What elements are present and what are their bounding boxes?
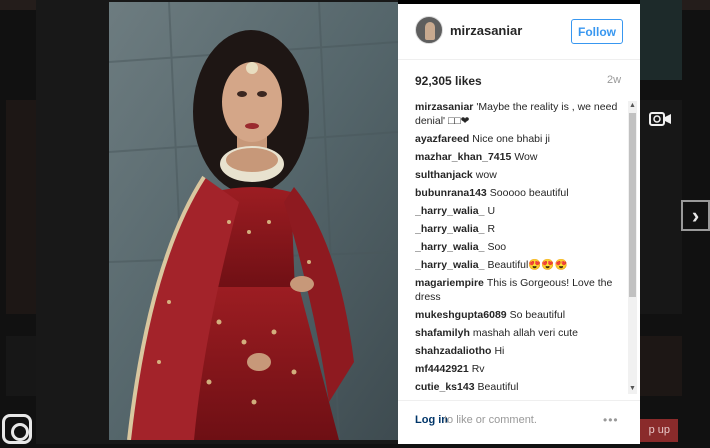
comment-item: mf4442921 Rv bbox=[415, 362, 626, 376]
scroll-thumb[interactable] bbox=[629, 113, 636, 297]
next-post-button[interactable]: › bbox=[681, 200, 710, 231]
comment-author[interactable]: cutie_ks143 bbox=[415, 381, 475, 392]
comment-item: mirzasaniar 'Maybe the reality is , we ne… bbox=[415, 100, 626, 128]
comment-author[interactable]: _harry_walia_ bbox=[415, 259, 484, 271]
scroll-down-icon[interactable]: ▼ bbox=[628, 384, 637, 394]
comment-author[interactable]: ayazfareed bbox=[415, 133, 469, 145]
post-photo-area bbox=[36, 0, 398, 444]
comment-author[interactable]: mazhar_khan_7415 bbox=[415, 151, 511, 163]
post-photo[interactable] bbox=[109, 2, 398, 440]
comment-text: Hi bbox=[494, 345, 505, 357]
comment-text: R bbox=[487, 223, 496, 235]
post-footer: Log in to like or comment. ••• bbox=[398, 400, 640, 444]
comment-text: U bbox=[487, 205, 496, 217]
comment-text: Rv bbox=[471, 363, 485, 375]
post-username[interactable]: mirzasaniar bbox=[450, 23, 522, 38]
comment-list[interactable]: mirzasaniar 'Maybe the reality is , we ne… bbox=[415, 100, 626, 392]
comment-author[interactable]: _harry_walia_ bbox=[415, 205, 484, 217]
comment-text: Nice one bhabi ji bbox=[472, 133, 550, 145]
comment-item: _harry_walia_ R bbox=[415, 222, 626, 236]
more-options-icon[interactable]: ••• bbox=[603, 413, 619, 427]
comment-text: Sooooo beautiful bbox=[489, 187, 569, 199]
comment-author[interactable]: bubunrana143 bbox=[415, 187, 487, 199]
comment-author[interactable]: _harry_walia_ bbox=[415, 223, 484, 235]
comment-item: mazhar_khan_7415 Wow bbox=[415, 150, 626, 164]
avatar[interactable] bbox=[415, 16, 443, 44]
video-camera-icon bbox=[649, 110, 673, 128]
instagram-logo-icon[interactable] bbox=[2, 414, 32, 444]
comment-author[interactable]: mf4442921 bbox=[415, 363, 469, 375]
comment-scrollbar[interactable]: ▲ ▼ bbox=[628, 101, 637, 394]
comment-text: Beautiful bbox=[477, 381, 519, 392]
comment-item: sulthanjack wow bbox=[415, 168, 626, 182]
scroll-up-icon[interactable]: ▲ bbox=[628, 101, 637, 111]
comment-item: _harry_walia_ U bbox=[415, 204, 626, 218]
comment-item: bubunrana143 Sooooo beautiful bbox=[415, 186, 626, 200]
comment-item: ayazfareed Nice one bhabi ji bbox=[415, 132, 626, 146]
comment-author[interactable]: magariempire bbox=[415, 277, 484, 289]
comment-item: shafamilyh mashah allah veri cute bbox=[415, 326, 626, 340]
comment-item: _harry_walia_ Soo bbox=[415, 240, 626, 254]
comment-author[interactable]: sulthanjack bbox=[415, 169, 473, 181]
comment-item: mukeshgupta6089 So beautiful bbox=[415, 308, 626, 322]
post-header: mirzasaniar Follow bbox=[398, 4, 640, 60]
post-age[interactable]: 2w bbox=[607, 74, 621, 86]
comment-item: magariempire This is Gorgeous! Love the d… bbox=[415, 276, 626, 304]
comment-item: _harry_walia_ Beautiful😍😍😍 bbox=[415, 258, 626, 272]
post-sidebar: mirzasaniar Follow 92,305 likes 2w mirza… bbox=[398, 4, 640, 444]
next-arrow-icon: › bbox=[691, 202, 700, 228]
follow-button[interactable]: Follow bbox=[571, 19, 623, 44]
comment-text: mashah allah veri cute bbox=[472, 327, 578, 339]
comment-author[interactable]: mukeshgupta6089 bbox=[415, 309, 507, 321]
comment-author[interactable]: _harry_walia_ bbox=[415, 241, 484, 253]
comment-item: shahzadaliotho Hi bbox=[415, 344, 626, 358]
comment-text: Wow bbox=[514, 151, 538, 163]
comment-author[interactable]: shahzadaliotho bbox=[415, 345, 491, 357]
comment-text: Soo bbox=[487, 241, 507, 253]
comment-author[interactable]: shafamilyh bbox=[415, 327, 470, 339]
login-prompt-text: to like or comment. bbox=[444, 414, 537, 426]
likes-count[interactable]: 92,305 likes bbox=[415, 74, 482, 88]
comment-text: wow bbox=[475, 169, 497, 181]
comment-author[interactable]: mirzasaniar bbox=[415, 101, 473, 113]
comment-text: Beautiful😍😍😍 bbox=[487, 259, 568, 271]
comment-item: cutie_ks143 Beautiful bbox=[415, 380, 626, 392]
comment-text: So beautiful bbox=[509, 309, 566, 321]
